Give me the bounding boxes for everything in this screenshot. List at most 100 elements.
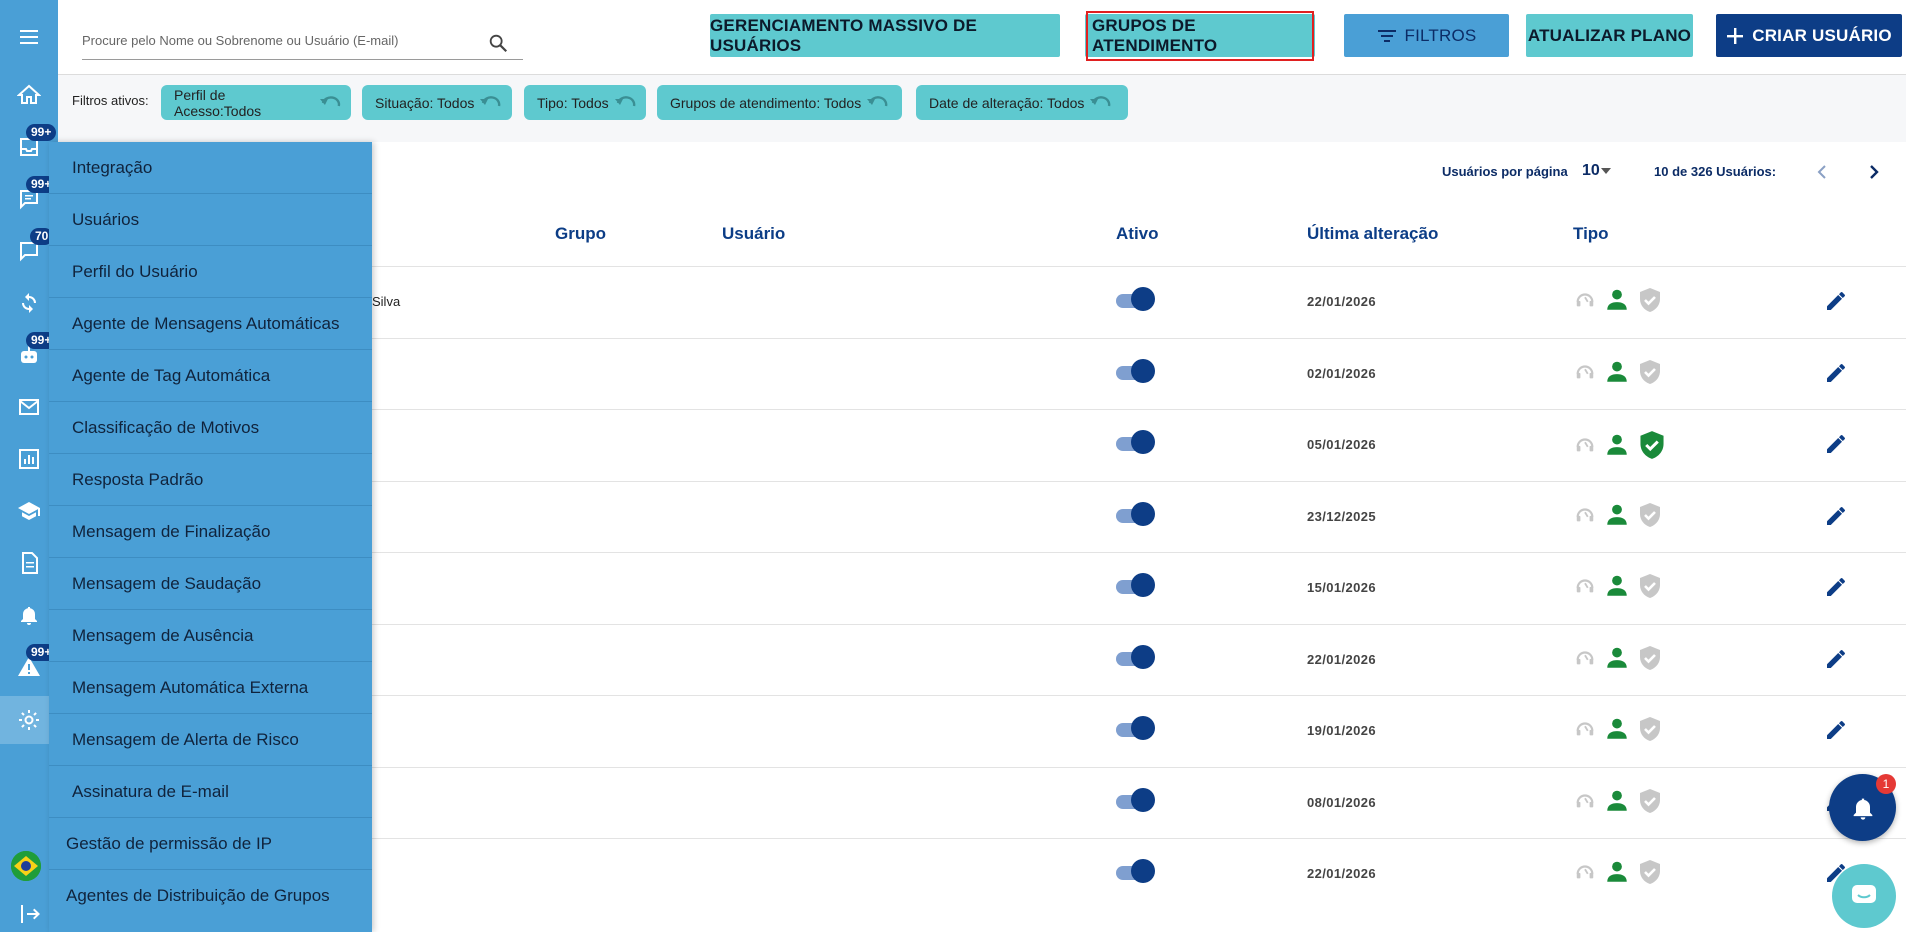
menu-item-alerta-risco[interactable]: Mensagem de Alerta de Risco (49, 714, 372, 766)
agent-headset-icon (1576, 722, 1594, 736)
last-change-date: 22/01/2026 (1307, 651, 1377, 667)
menu-item-agente-tag[interactable]: Agente de Tag Automática (49, 350, 372, 402)
chip-change-date[interactable]: Date de alteração: Todos (916, 85, 1128, 120)
create-user-button[interactable]: CRIAR USUÁRIO (1716, 14, 1902, 57)
per-page-value: 10 (1582, 162, 1600, 179)
edit-pencil-icon[interactable] (1824, 504, 1848, 528)
menu-icon[interactable] (0, 15, 58, 59)
undo-icon[interactable] (866, 95, 888, 111)
agent-headset-icon (1576, 865, 1594, 879)
menu-item-gestao-ip[interactable]: Gestão de permissão de IP (49, 818, 372, 870)
service-groups-button[interactable]: GRUPOS DE ATENDIMENTO (1085, 10, 1315, 61)
next-page-icon[interactable] (1864, 160, 1884, 184)
previous-page-icon[interactable] (1812, 160, 1832, 184)
person-icon (1607, 790, 1627, 811)
undo-icon[interactable] (319, 95, 341, 111)
chip-label: Grupos de atendimento: Todos (670, 94, 862, 111)
menu-item-mensagem-ausencia[interactable]: Mensagem de Ausência (49, 610, 372, 662)
type-icons (1574, 788, 1670, 814)
type-icons (1574, 359, 1670, 385)
edit-pencil-icon[interactable] (1824, 361, 1848, 385)
plus-icon (1727, 27, 1744, 44)
active-toggle[interactable] (1116, 501, 1155, 530)
active-toggle[interactable] (1116, 358, 1155, 387)
table-row: Silva 22/01/2026 (372, 266, 1906, 337)
edit-pencil-icon[interactable] (1824, 575, 1848, 599)
table-row: 22/01/2026 (372, 623, 1906, 695)
header-active[interactable]: Ativo (1116, 224, 1159, 244)
menu-item-label: Agente de Tag Automática (72, 365, 271, 385)
undo-icon[interactable] (614, 95, 636, 111)
menu-item-label: Usuários (72, 209, 140, 229)
menu-item-integracao[interactable]: Integração (49, 142, 372, 194)
menu-item-label: Agente de Mensagens Automáticas (72, 313, 340, 333)
menu-item-classificacao-motivos[interactable]: Classificação de Motivos (49, 402, 372, 454)
undo-icon[interactable] (479, 95, 501, 111)
active-toggle[interactable] (1116, 573, 1155, 601)
agent-headset-icon (1576, 650, 1594, 664)
home-icon[interactable] (0, 73, 58, 117)
search-icon[interactable] (487, 32, 509, 54)
edit-pencil-icon[interactable] (1824, 289, 1848, 313)
flag-icon[interactable] (11, 851, 41, 881)
menu-item-agente-mensagens[interactable]: Agente de Mensagens Automáticas (49, 298, 372, 350)
type-icons (1574, 645, 1670, 671)
update-plan-label: ATUALIZAR PLANO (1527, 25, 1692, 45)
undo-icon[interactable] (1089, 95, 1111, 111)
chip-status[interactable]: Situação: Todos (362, 85, 512, 120)
chat-widget-button[interactable] (1832, 864, 1896, 928)
edit-pencil-icon[interactable] (1824, 647, 1848, 671)
menu-item-resposta-padrao[interactable]: Resposta Padrão (49, 454, 372, 506)
menu-item-assinatura-email[interactable]: Assinatura de E-mail (49, 766, 372, 818)
admin-shield-icon (1640, 645, 1660, 670)
header-type[interactable]: Tipo (1573, 224, 1609, 244)
active-toggle[interactable] (1116, 716, 1155, 744)
table-row: 19/01/2026 (372, 695, 1906, 766)
person-icon (1607, 647, 1627, 668)
search-box (82, 22, 523, 60)
header-user[interactable]: Usuário (722, 224, 785, 244)
menu-item-label: Gestão de permissão de IP (66, 833, 273, 853)
last-change-date: 23/12/2025 (1307, 508, 1377, 524)
edit-pencil-icon[interactable] (1824, 432, 1848, 456)
menu-item-mensagem-saudacao[interactable]: Mensagem de Saudação (49, 558, 372, 610)
menu-item-label: Assinatura de E-mail (72, 781, 229, 801)
person-icon (1607, 289, 1627, 310)
menu-item-label: Mensagem de Alerta de Risco (72, 729, 299, 749)
admin-shield-icon (1640, 359, 1660, 384)
header-group[interactable]: Grupo (555, 224, 606, 244)
edit-pencil-icon[interactable] (1824, 718, 1848, 742)
chat-bubble-icon (1852, 885, 1876, 903)
settings-menu: Integração Usuários Perfil do Usuário Ag… (49, 142, 372, 932)
menu-item-label: Mensagem de Ausência (72, 625, 254, 645)
menu-item-usuarios[interactable]: Usuários (49, 194, 372, 246)
menu-item-perfil-usuario[interactable]: Perfil do Usuário (49, 246, 372, 298)
menu-item-label: Agentes de Distribuição de Grupos (66, 886, 330, 905)
header-last-change[interactable]: Última alteração (1307, 224, 1438, 244)
active-toggle[interactable] (1116, 787, 1155, 816)
active-toggle[interactable] (1116, 644, 1155, 673)
active-toggle[interactable] (1116, 430, 1155, 458)
chip-service-groups[interactable]: Grupos de atendimento: Todos (657, 85, 902, 120)
agent-headset-icon (1576, 293, 1594, 307)
last-change-date: 22/01/2026 (1307, 866, 1377, 881)
menu-item-mensagem-finalizacao[interactable]: Mensagem de Finalização (49, 506, 372, 558)
table-row: 05/01/2026 (372, 409, 1906, 480)
update-plan-button[interactable]: ATUALIZAR PLANO (1526, 14, 1693, 57)
last-change-date: 22/01/2026 (1307, 294, 1377, 309)
table-row: 22/01/2026 (372, 838, 1906, 909)
active-toggle[interactable] (1116, 859, 1155, 887)
chip-access-profile[interactable]: Perfil de Acesso:Todos (161, 85, 351, 120)
menu-item-agentes-distribuicao[interactable]: Agentes de Distribuição de Grupos (49, 870, 372, 922)
menu-item-mensagem-externa[interactable]: Mensagem Automática Externa (49, 662, 372, 714)
filter-icon (1377, 29, 1396, 42)
user-count: 10 de 326 Usuários: (1654, 164, 1777, 179)
chip-type[interactable]: Tipo: Todos (524, 85, 646, 120)
menu-item-label: Mensagem de Saudação (72, 573, 262, 593)
search-input[interactable] (82, 28, 472, 52)
filters-button[interactable]: FILTROS (1344, 14, 1509, 57)
filters-label: FILTROS (1404, 25, 1477, 45)
mass-management-button[interactable]: GERENCIAMENTO MASSIVO DE USUÁRIOS (710, 14, 1060, 57)
active-toggle[interactable] (1116, 287, 1155, 315)
per-page-select[interactable]: 10 (1582, 162, 1612, 180)
